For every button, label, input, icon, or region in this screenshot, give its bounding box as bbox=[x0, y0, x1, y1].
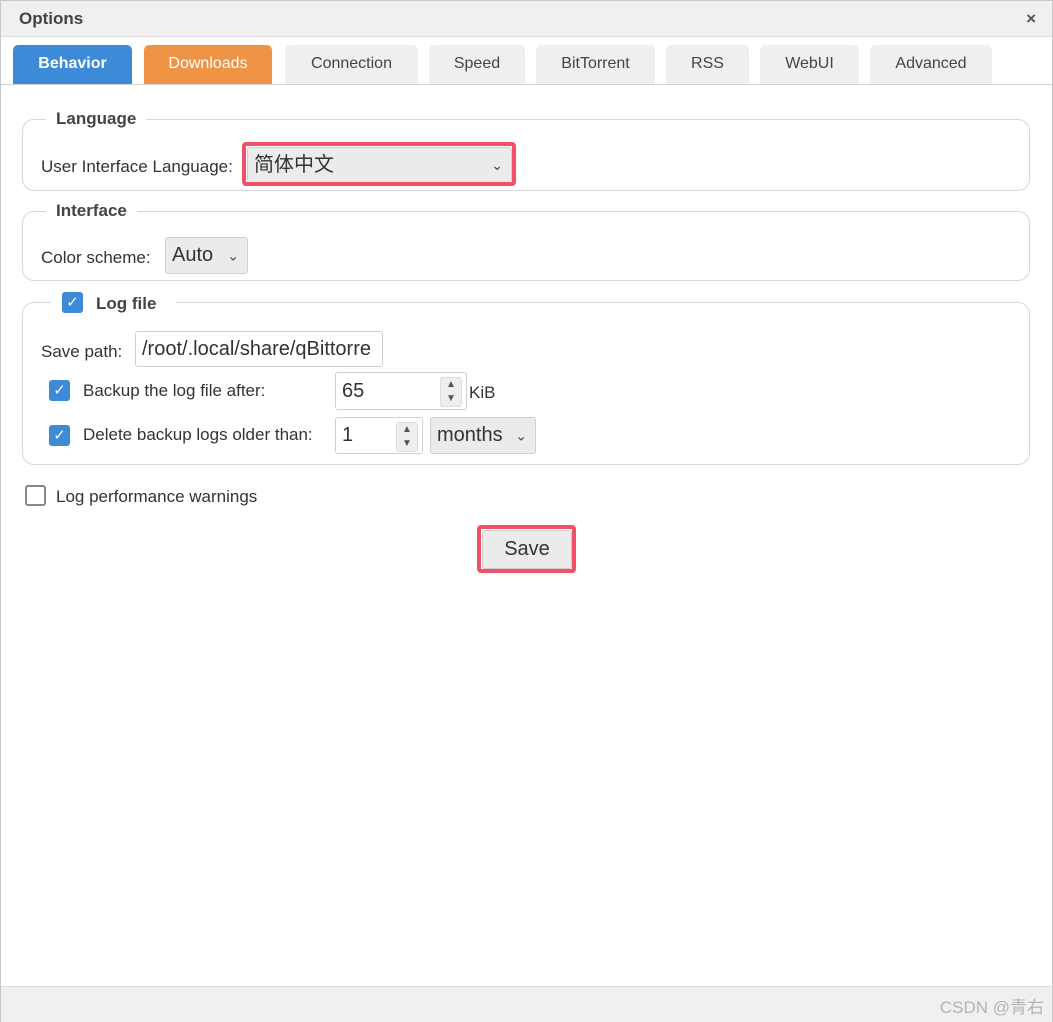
tab-speed[interactable]: Speed bbox=[429, 45, 525, 84]
backup-log-checkbox[interactable]: ✓ bbox=[49, 380, 70, 401]
tab-downloads[interactable]: Downloads bbox=[144, 45, 272, 84]
watermark: CSDN @青右 bbox=[939, 998, 1044, 1017]
ui-language-label: User Interface Language: bbox=[41, 157, 233, 176]
ui-language-select[interactable]: 简体中文 ⌄ bbox=[247, 147, 512, 183]
dialog-footer bbox=[1, 986, 1052, 1022]
chevron-down-icon: ⌄ bbox=[227, 247, 239, 263]
spinner-icon[interactable]: ▲ ▼ bbox=[440, 377, 462, 407]
save-path-label: Save path: bbox=[41, 342, 123, 361]
save-path-value: /root/.local/share/qBittorre bbox=[142, 338, 371, 360]
color-scheme-value: Auto bbox=[172, 244, 214, 266]
delete-unit-value: months bbox=[437, 424, 503, 446]
color-scheme-select[interactable]: Auto ⌄ bbox=[165, 237, 248, 274]
backup-log-label: Backup the log file after: bbox=[83, 381, 266, 400]
tab-bar: Behavior Downloads Connection Speed BitT… bbox=[1, 37, 1052, 85]
tab-bittorrent[interactable]: BitTorrent bbox=[536, 45, 655, 84]
log-file-legend: Log file bbox=[96, 294, 157, 313]
delete-age-input[interactable]: 1 ▲ ▼ bbox=[335, 417, 423, 454]
tab-connection[interactable]: Connection bbox=[285, 45, 418, 84]
tab-webui[interactable]: WebUI bbox=[760, 45, 859, 84]
delete-backup-checkbox[interactable]: ✓ bbox=[49, 425, 70, 446]
title-bar: Options × bbox=[1, 1, 1052, 37]
backup-unit-label: KiB bbox=[469, 383, 496, 402]
backup-size-input[interactable]: 65 ▲ ▼ bbox=[335, 372, 467, 410]
interface-legend: Interface bbox=[46, 201, 137, 221]
spinner-icon[interactable]: ▲ ▼ bbox=[396, 422, 418, 452]
delete-unit-select[interactable]: months ⌄ bbox=[430, 417, 536, 454]
chevron-down-icon: ⌄ bbox=[491, 157, 503, 173]
delete-backup-label: Delete backup logs older than: bbox=[83, 425, 313, 444]
save-button[interactable]: Save bbox=[482, 530, 572, 569]
language-legend: Language bbox=[46, 109, 147, 129]
language-frame bbox=[22, 119, 1030, 191]
backup-size-value: 65 bbox=[342, 380, 365, 402]
delete-age-value: 1 bbox=[342, 424, 354, 446]
color-scheme-label: Color scheme: bbox=[41, 248, 151, 267]
save-path-input[interactable]: /root/.local/share/qBittorre bbox=[135, 331, 383, 367]
tab-behavior[interactable]: Behavior bbox=[13, 45, 132, 84]
tab-advanced[interactable]: Advanced bbox=[870, 45, 992, 84]
options-dialog: Options × Behavior Downloads Connection … bbox=[0, 0, 1053, 1022]
log-file-checkbox[interactable]: ✓ bbox=[62, 292, 83, 313]
close-icon[interactable]: × bbox=[1026, 9, 1036, 29]
ui-language-value: 简体中文 bbox=[254, 154, 334, 176]
perf-warnings-checkbox[interactable] bbox=[25, 485, 46, 506]
chevron-down-icon: ⌄ bbox=[515, 427, 527, 443]
perf-warnings-label: Log performance warnings bbox=[56, 487, 258, 506]
tab-rss[interactable]: RSS bbox=[666, 45, 749, 84]
dialog-title: Options bbox=[19, 9, 84, 28]
